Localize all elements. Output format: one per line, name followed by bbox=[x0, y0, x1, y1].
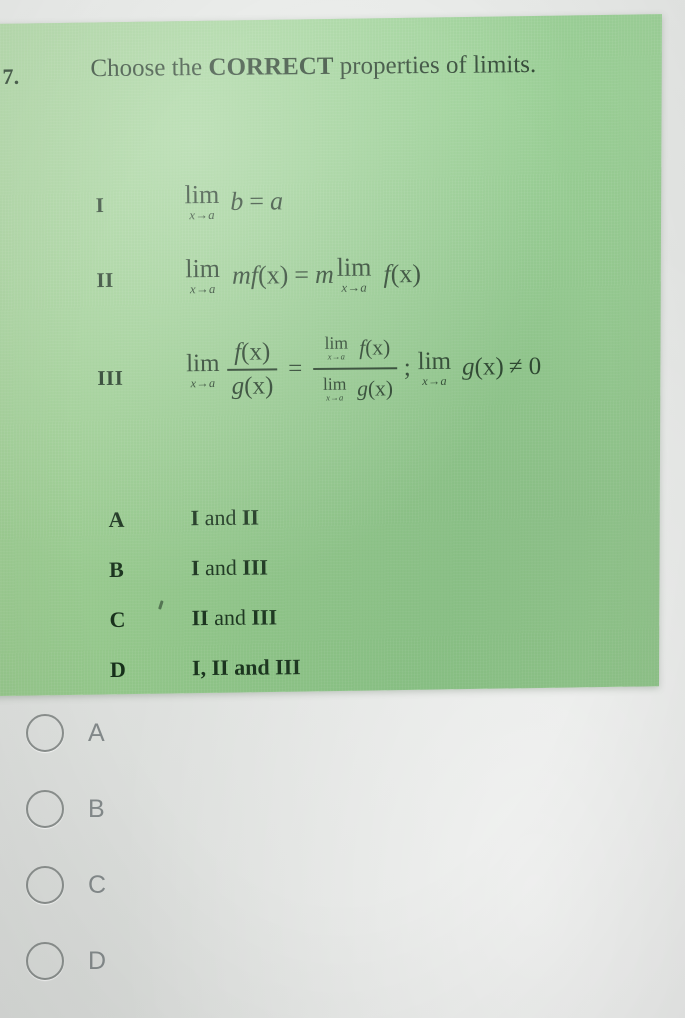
printed-option-letter-c: C bbox=[109, 606, 126, 632]
conjunction: and bbox=[208, 604, 252, 631]
conjunction: and bbox=[199, 504, 243, 531]
limit-subscript: x→a bbox=[189, 207, 215, 223]
statement-label-2: II bbox=[96, 267, 114, 293]
radio-button-b[interactable] bbox=[26, 790, 64, 828]
question-stem-prefix: Choose the bbox=[90, 54, 209, 83]
question-card: 7. Choose the CORRECT properties of limi… bbox=[0, 14, 662, 697]
stray-pen-mark bbox=[158, 600, 164, 610]
function-g: g bbox=[231, 372, 245, 400]
roman-numeral: II bbox=[241, 504, 260, 530]
answer-choice-list: A B C D bbox=[0, 700, 685, 1018]
fraction-limits-quotient: lim x→a f (x) lim x→a g (x) bbox=[313, 330, 397, 407]
answer-option-b[interactable]: B bbox=[26, 790, 105, 828]
question-stem-suffix: properties of limits. bbox=[333, 50, 537, 80]
coefficient-m: m bbox=[314, 259, 334, 289]
radio-button-a[interactable] bbox=[26, 714, 64, 752]
answer-option-a[interactable]: A bbox=[26, 714, 105, 752]
limit-operator: lim x→a bbox=[184, 179, 220, 223]
limit-op-text: lim bbox=[186, 349, 220, 378]
limit-subscript: x→a bbox=[189, 281, 216, 297]
fraction-denominator: g (x) bbox=[228, 372, 278, 401]
limit-subscript: x→a bbox=[422, 373, 447, 388]
limit-op-text: lim bbox=[417, 347, 452, 376]
answer-option-label-c: C bbox=[88, 870, 107, 899]
fraction-bar bbox=[313, 367, 397, 371]
statement-body-3: lim x→a f (x) g (x) = lim x→a f (x) lim … bbox=[183, 329, 542, 408]
question-card-content: 7. Choose the CORRECT properties of limi… bbox=[0, 18, 662, 696]
question-stem-emphasis: CORRECT bbox=[208, 52, 334, 82]
function-g: g bbox=[357, 376, 369, 401]
printed-option-text-c: II and III bbox=[191, 604, 277, 631]
fraction-bar bbox=[227, 368, 278, 371]
argument-x: (x) bbox=[367, 376, 394, 401]
limit-operator: lim x→a bbox=[336, 252, 372, 295]
limit-operator: lim x→a bbox=[417, 347, 452, 388]
question-stem: Choose the CORRECT properties of limits. bbox=[90, 51, 536, 83]
argument-x-left: (x) bbox=[257, 260, 289, 290]
limit-operator: lim x→a bbox=[322, 374, 347, 403]
roman-numeral: III bbox=[242, 554, 269, 580]
fraction-numerator: lim x→a f (x) bbox=[315, 330, 394, 366]
limit-subscript: x→a bbox=[326, 393, 344, 403]
argument-x: (x) bbox=[474, 353, 504, 381]
printed-option-letter-b: B bbox=[108, 556, 124, 582]
roman-numeral: I bbox=[190, 505, 200, 531]
argument-x: (x) bbox=[244, 372, 274, 400]
conjunction: II and bbox=[205, 654, 276, 681]
argument-x: (x) bbox=[365, 335, 391, 360]
equals-sign: = bbox=[294, 259, 310, 290]
conjunction: and bbox=[199, 554, 243, 581]
statement-label-1: I bbox=[95, 192, 105, 218]
question-number: 7. bbox=[2, 63, 20, 89]
printed-option-text-a: I and II bbox=[190, 505, 259, 532]
answer-option-label-b: B bbox=[88, 794, 106, 823]
limit-subscript: x→a bbox=[190, 375, 216, 391]
expression-mfx: mf bbox=[231, 260, 259, 290]
answer-option-d[interactable]: D bbox=[26, 942, 107, 980]
limit-operator: lim x→a bbox=[185, 253, 221, 297]
limit-subscript: x→a bbox=[328, 352, 346, 362]
printed-option-text-d: I, II and III bbox=[192, 654, 301, 681]
statement-label-3: III bbox=[97, 365, 124, 391]
printed-option-text-b: I and III bbox=[191, 554, 268, 581]
roman-numeral: III bbox=[251, 604, 278, 630]
fraction-denominator: lim x→a g (x) bbox=[313, 371, 397, 407]
answer-option-label-d: D bbox=[88, 946, 107, 975]
fraction-numerator: f (x) bbox=[230, 338, 274, 367]
semicolon-separator: ; bbox=[403, 354, 411, 382]
not-equal-zero: ≠ 0 bbox=[508, 352, 542, 381]
limit-op-text: lim bbox=[324, 333, 349, 353]
limit-operator: lim x→a bbox=[324, 333, 349, 362]
roman-numeral: I bbox=[190, 555, 200, 581]
fraction-fx-over-gx: f (x) g (x) bbox=[227, 338, 278, 401]
limit-op-text: lim bbox=[322, 374, 347, 395]
answer-option-label-a: A bbox=[88, 718, 106, 747]
argument-x-right: (x) bbox=[390, 258, 422, 289]
statement-body-1: lim x→a b = a bbox=[181, 179, 284, 223]
statement-body-2: lim x→a mf (x) = m lim x→a f (x) bbox=[182, 252, 422, 297]
equals-sign: = bbox=[249, 186, 265, 216]
equals-sign: = bbox=[288, 355, 303, 383]
roman-numeral: I, bbox=[191, 655, 207, 681]
roman-numeral: III bbox=[274, 654, 301, 680]
answer-option-c[interactable]: C bbox=[26, 866, 107, 904]
variable-b: b bbox=[230, 186, 244, 216]
function-g: g bbox=[461, 353, 475, 381]
limit-op-text: lim bbox=[184, 179, 220, 210]
argument-x: (x) bbox=[240, 338, 271, 366]
radio-button-d[interactable] bbox=[26, 942, 64, 980]
printed-option-letter-d: D bbox=[109, 656, 126, 682]
limit-operator: lim x→a bbox=[186, 349, 220, 391]
roman-numeral: II bbox=[191, 605, 209, 631]
printed-option-letter-a: A bbox=[108, 506, 125, 532]
limit-op-text: lim bbox=[185, 253, 221, 284]
variable-a: a bbox=[269, 186, 284, 216]
limit-subscript: x→a bbox=[341, 280, 368, 295]
limit-op-text: lim bbox=[336, 252, 372, 282]
radio-button-c[interactable] bbox=[26, 866, 64, 904]
